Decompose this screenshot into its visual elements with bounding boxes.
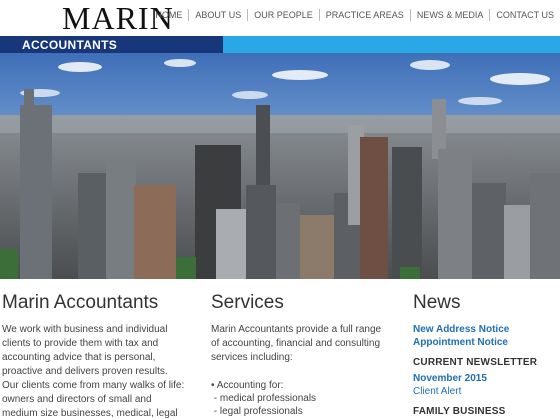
- nav-practice-areas[interactable]: PRACTICE AREAS: [320, 8, 410, 22]
- services-list-item: - medical professionals: [211, 393, 317, 404]
- about-title: Marin Accountants: [2, 292, 159, 313]
- news-title: News: [413, 292, 461, 313]
- nav-home[interactable]: HOME: [149, 8, 188, 22]
- news-link-new-address[interactable]: New Address Notice: [413, 323, 560, 336]
- about-text: We work with business and individual cli…: [2, 324, 185, 419]
- nav-our-people[interactable]: OUR PEOPLE: [248, 8, 319, 22]
- services-intro: Marin Accountants provide a full range o…: [211, 324, 382, 363]
- services-title: Services: [211, 292, 284, 313]
- skyline-illustration: [0, 53, 560, 279]
- news-link-appointment[interactable]: Appointment Notice: [413, 336, 560, 349]
- services-list-item: • Accounting for:: [211, 380, 284, 391]
- nav-news-media[interactable]: NEWS & MEDIA: [411, 8, 490, 22]
- nav-contact-us[interactable]: CONTACT US: [490, 8, 560, 22]
- nav-about-us[interactable]: ABOUT US: [189, 8, 247, 22]
- services-list-item: - legal professionals: [211, 406, 303, 417]
- services-list: • Accounting for: - medical professional…: [211, 379, 391, 418]
- about-column: Marin Accountants We work with business …: [2, 292, 187, 420]
- news-column: News New Address Notice Appointment Noti…: [413, 292, 560, 420]
- newsletter-heading: CURRENT NEWSLETTER: [413, 357, 538, 368]
- site-header: MARIN HOME ABOUT US OUR PEOPLE PRACTICE …: [0, 0, 560, 36]
- newsletter-client-alert-link[interactable]: Client Alert: [413, 385, 560, 398]
- main-nav: HOME ABOUT US OUR PEOPLE PRACTICE AREAS …: [149, 8, 560, 22]
- banner-bar-sky: [223, 36, 560, 53]
- newsletter-month-link[interactable]: November 2015: [413, 372, 560, 385]
- services-column: Services Marin Accountants provide a ful…: [211, 292, 391, 418]
- city-skyline-image: [0, 53, 560, 279]
- banner-label: ACCOUNTANTS: [22, 38, 118, 52]
- family-business-heading: FAMILY BUSINESS SERVICES: [413, 406, 506, 420]
